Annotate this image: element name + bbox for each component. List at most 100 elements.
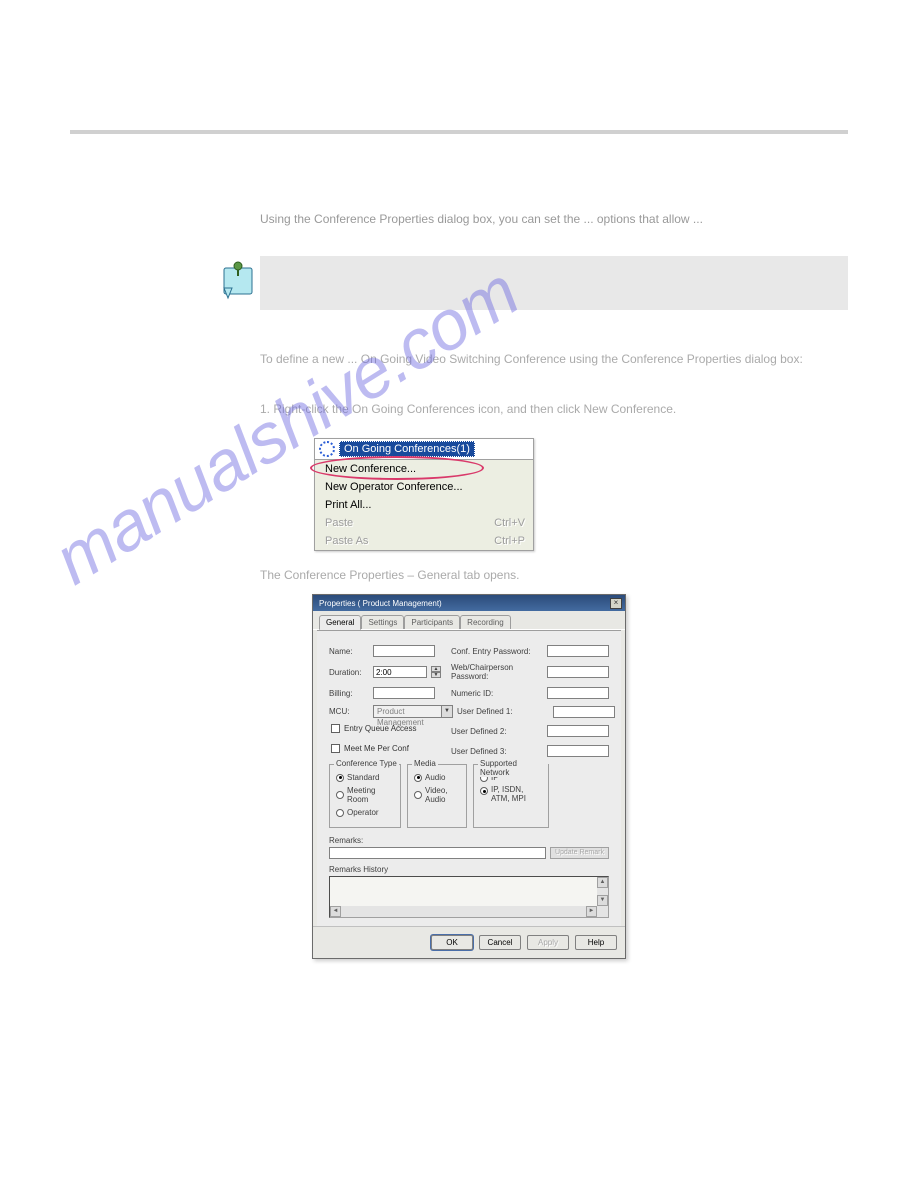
radio-meeting-room[interactable]: Meeting Room [336, 786, 394, 804]
radio-icon [480, 787, 488, 795]
menu-label: New Operator Conference... [325, 481, 463, 493]
conference-properties-dialog: Properties ( Product Management) × Gener… [312, 594, 626, 959]
intro-paragraph: Using the Conference Properties dialog b… [260, 210, 838, 228]
step-1: 1. Right-click the On Going Conferences … [260, 400, 828, 418]
radio-icon [336, 791, 344, 799]
dialog-title: Properties ( Product Management) [319, 599, 442, 608]
remarks-label: Remarks: [329, 836, 609, 845]
menu-label: Print All... [325, 499, 371, 511]
menu-item-new-operator-conference[interactable]: New Operator Conference... [315, 478, 533, 496]
tree-item-ongoing-conferences[interactable]: On Going Conferences(1) [315, 439, 533, 460]
media-legend: Media [412, 759, 438, 768]
radio-label: Video, Audio [425, 786, 460, 804]
chair-pwd-label: Web/Chairperson Password: [451, 663, 543, 681]
ud2-input[interactable] [547, 725, 609, 737]
ud1-label: User Defined 1: [457, 707, 549, 716]
tab-participants[interactable]: Participants [404, 615, 460, 629]
network-legend: Supported Network [478, 759, 548, 777]
menu-shortcut: Ctrl+P [494, 535, 525, 547]
radio-icon [414, 774, 422, 782]
menu-shortcut: Ctrl+V [494, 517, 525, 529]
conf-entry-pwd-input[interactable] [547, 645, 609, 657]
mcu-label: MCU: [329, 707, 369, 716]
vertical-scrollbar[interactable]: ▲ ▼ [597, 877, 608, 917]
tab-recording[interactable]: Recording [460, 615, 510, 629]
ud3-input[interactable] [547, 745, 609, 757]
conf-entry-pwd-label: Conf. Entry Password: [451, 647, 543, 656]
menu-label: Paste [325, 517, 353, 529]
conference-type-legend: Conference Type [334, 759, 399, 768]
scroll-down-icon[interactable]: ▼ [597, 895, 608, 906]
radio-icon [414, 791, 422, 799]
apply-button: Apply [527, 935, 569, 950]
help-button[interactable]: Help [575, 935, 617, 950]
duration-label: Duration: [329, 668, 369, 677]
remarks-history-box[interactable]: ▲ ▼ ◄ ► [329, 876, 609, 918]
dialog-titlebar[interactable]: Properties ( Product Management) × [313, 595, 625, 611]
meet-me-label: Meet Me Per Conf [344, 744, 409, 753]
conference-type-group: Conference Type Standard Meeting Room Op… [329, 764, 401, 828]
numeric-id-input[interactable] [547, 687, 609, 699]
note-block [260, 256, 848, 310]
media-group: Media Audio Video, Audio [407, 764, 467, 828]
tab-settings[interactable]: Settings [361, 615, 404, 629]
remarks-history-label: Remarks History [329, 865, 609, 874]
menu-item-print-all[interactable]: Print All... [315, 496, 533, 514]
billing-input[interactable] [373, 687, 435, 699]
radio-label: Meeting Room [347, 786, 394, 804]
scroll-left-icon[interactable]: ◄ [330, 906, 341, 917]
menu-label: Paste As [325, 535, 368, 547]
scroll-up-icon[interactable]: ▲ [597, 877, 608, 888]
menu-item-paste-as: Paste As Ctrl+P [315, 532, 533, 550]
dialog-body: Name: Conf. Entry Password: Duration: ▲▼… [317, 630, 621, 926]
chair-pwd-input[interactable] [547, 666, 609, 678]
post-menu-text: The Conference Properties – General tab … [260, 568, 828, 582]
radio-icon [336, 774, 344, 782]
radio-video-audio[interactable]: Video, Audio [414, 786, 460, 804]
close-button[interactable]: × [610, 598, 622, 609]
pin-note-icon [218, 258, 258, 303]
tree-label: On Going Conferences(1) [339, 441, 475, 457]
update-remark-button: Update Remark [550, 847, 609, 859]
tab-strip: General Settings Participants Recording [313, 611, 625, 630]
radio-label: Standard [347, 773, 379, 782]
radio-audio[interactable]: Audio [414, 773, 460, 782]
ud3-label: User Defined 3: [451, 747, 543, 756]
dialog-button-bar: OK Cancel Apply Help [313, 926, 625, 958]
duration-spinner[interactable]: ▲▼ [431, 666, 441, 678]
cancel-button[interactable]: Cancel [479, 935, 521, 950]
numeric-id-label: Numeric ID: [451, 689, 543, 698]
radio-ip-isdn-atm-mpi[interactable]: IP, ISDN, ATM, MPI [480, 786, 542, 804]
header-divider [70, 130, 848, 134]
duration-input[interactable] [373, 666, 427, 678]
remarks-input[interactable] [329, 847, 546, 859]
radio-label: IP, ISDN, ATM, MPI [491, 786, 542, 804]
horizontal-scrollbar[interactable]: ◄ ► [330, 906, 597, 917]
name-label: Name: [329, 647, 369, 656]
billing-label: Billing: [329, 689, 369, 698]
menu-item-paste: Paste Ctrl+V [315, 514, 533, 532]
ud2-label: User Defined 2: [451, 727, 543, 736]
meet-me-checkbox-row[interactable]: Meet Me Per Conf [331, 744, 447, 753]
scroll-right-icon[interactable]: ► [586, 906, 597, 917]
radio-label: Operator [347, 808, 379, 817]
menu-item-new-conference[interactable]: New Conference... [315, 460, 533, 478]
mcu-select[interactable]: Product Management ▼ [373, 705, 453, 718]
tab-general[interactable]: General [319, 615, 361, 630]
radio-operator[interactable]: Operator [336, 808, 394, 817]
name-input[interactable] [373, 645, 435, 657]
ok-button[interactable]: OK [431, 935, 473, 950]
meet-me-checkbox[interactable] [331, 744, 340, 753]
radio-standard[interactable]: Standard [336, 773, 394, 782]
radio-label: Audio [425, 773, 445, 782]
remarks-history-section: Remarks History ▲ ▼ ◄ ► [329, 865, 609, 918]
radio-icon [336, 809, 344, 817]
mcu-value: Product Management [377, 707, 424, 727]
entry-queue-checkbox[interactable] [331, 724, 340, 733]
ud1-input[interactable] [553, 706, 615, 718]
ongoing-conferences-icon [319, 441, 335, 457]
intro-2: To define a new ... On Going Video Switc… [260, 350, 828, 368]
network-group: Supported Network IP IP, ISDN, ATM, MPI [473, 764, 549, 828]
chevron-down-icon: ▼ [441, 706, 452, 717]
remarks-section: Remarks: Update Remark [329, 836, 609, 859]
